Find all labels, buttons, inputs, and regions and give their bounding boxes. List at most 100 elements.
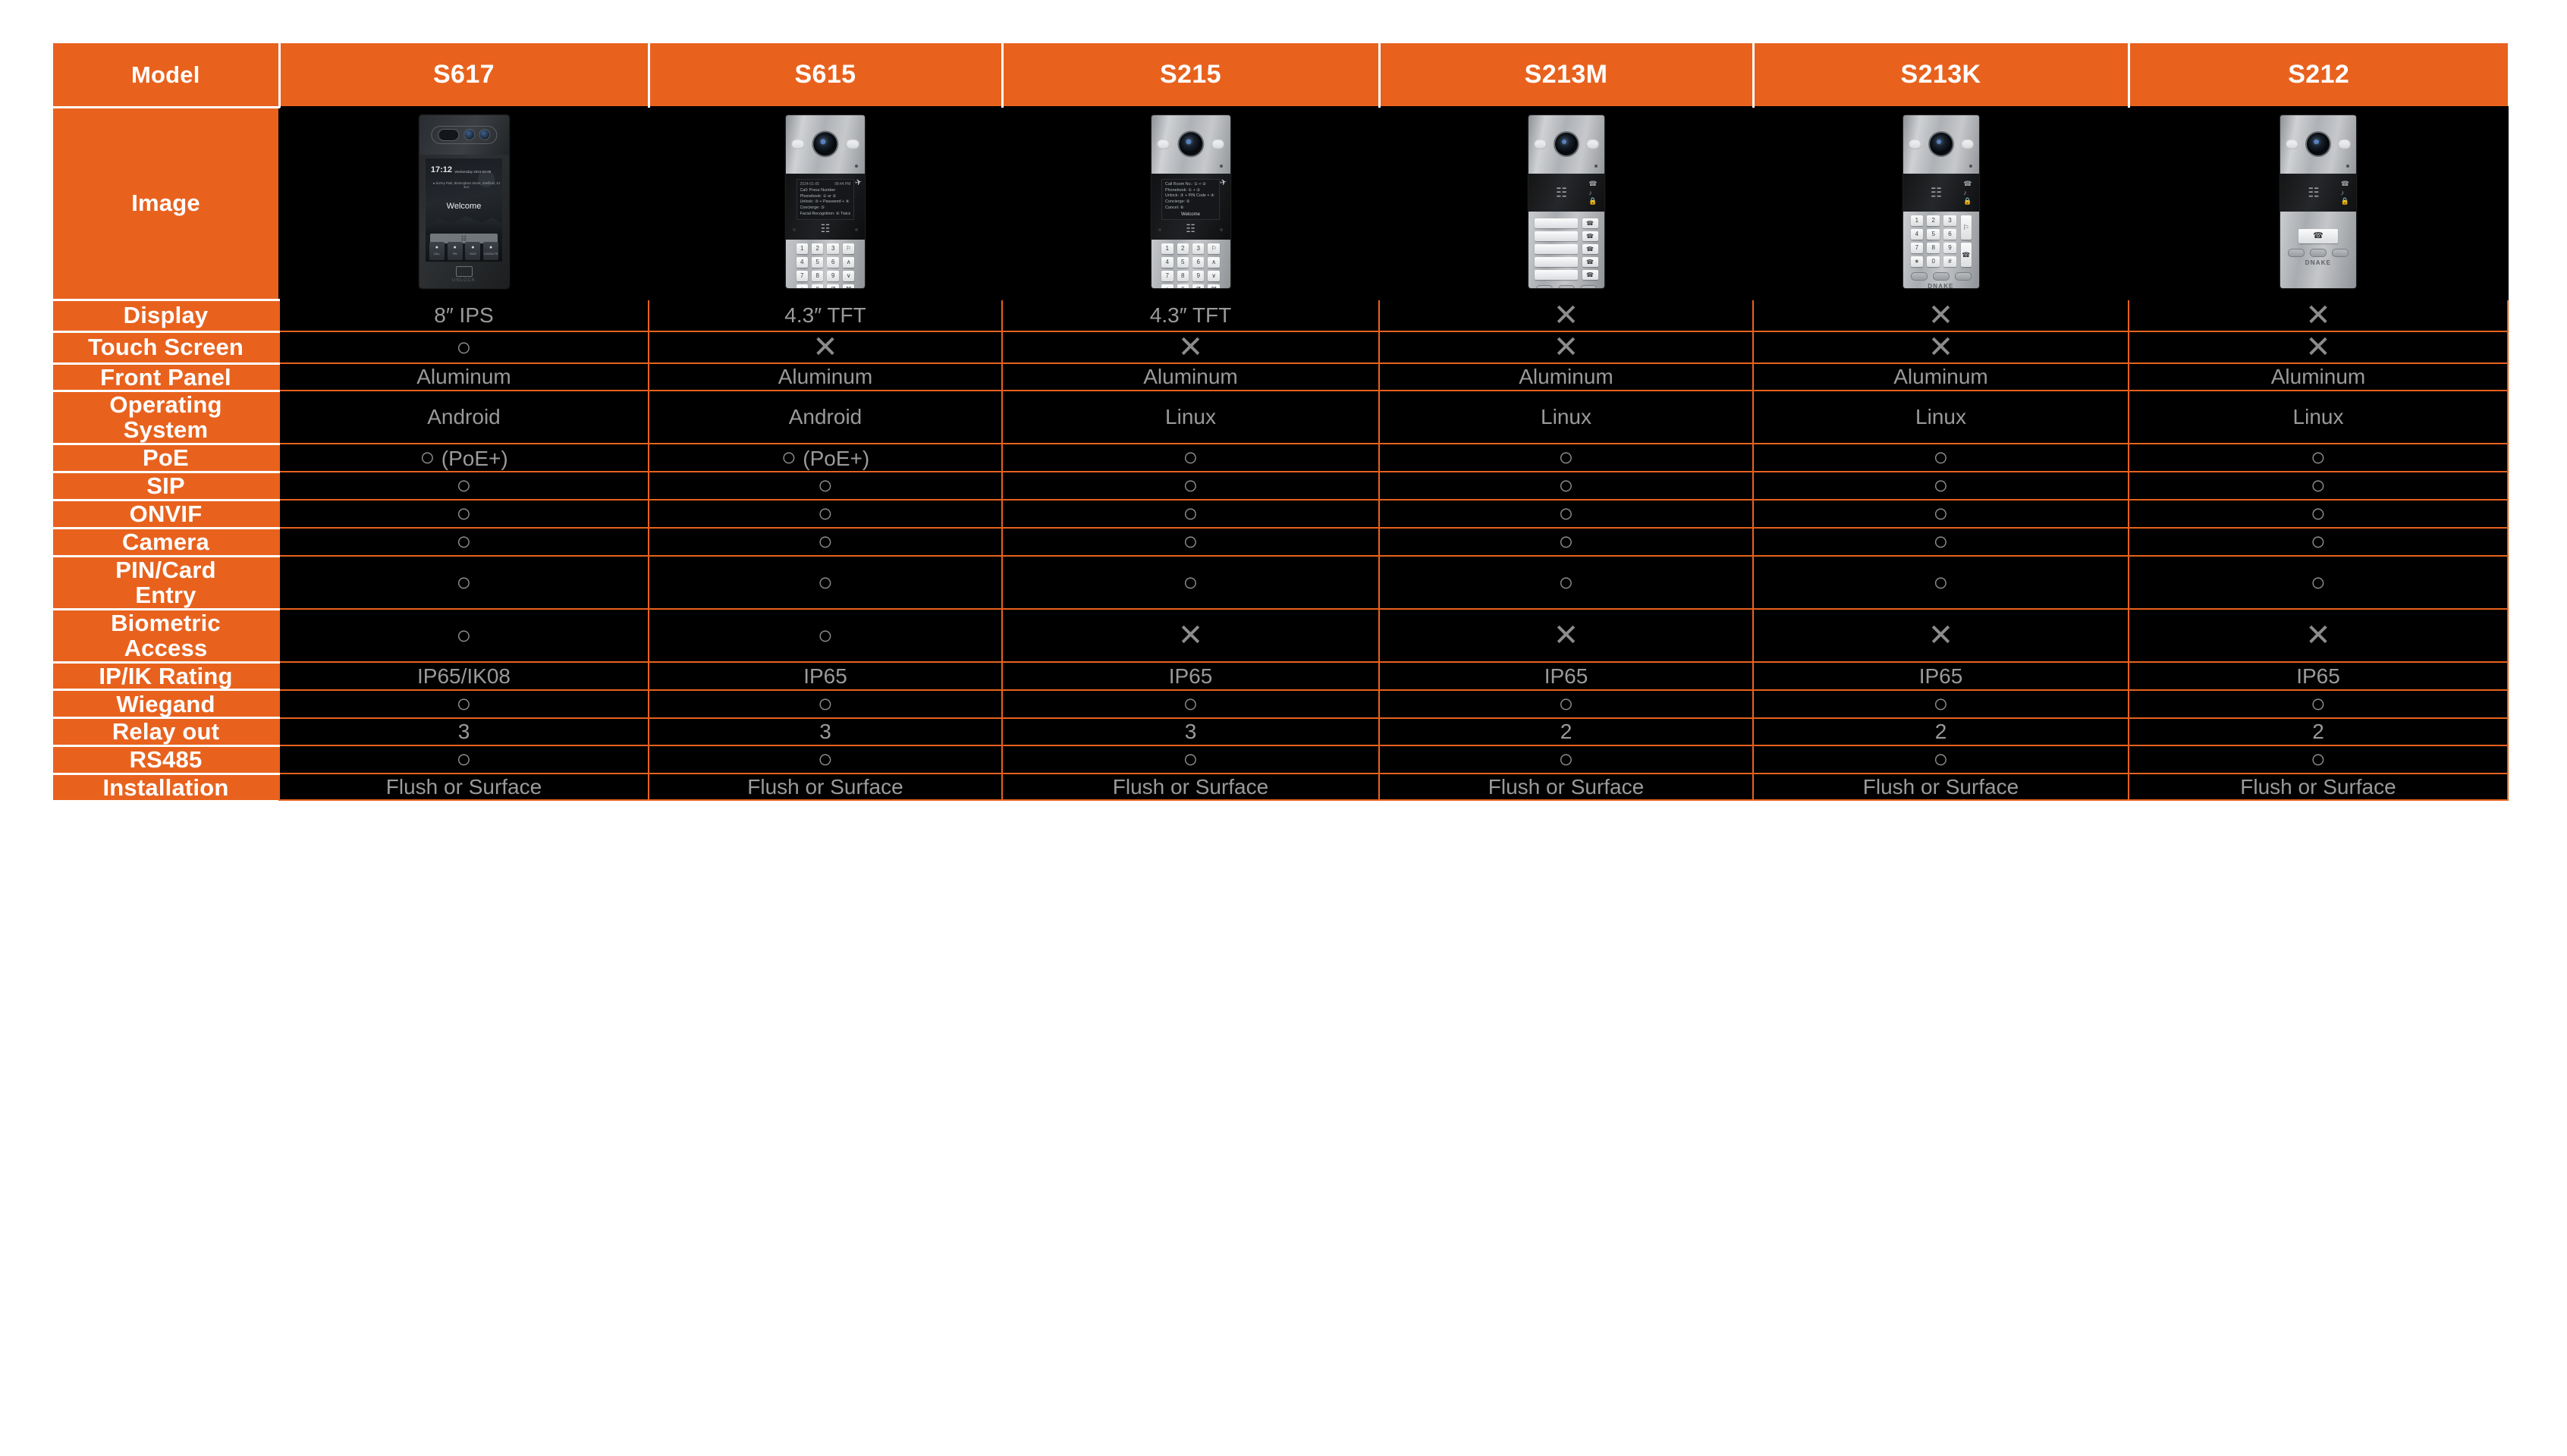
s213m-device-image: ☷☎♪🔒☎☎☎☎☎DNAKE [1528, 115, 1604, 288]
keypad-key-2[interactable]: 3 [827, 243, 839, 254]
keypad-key-4[interactable]: 5 [1927, 229, 1940, 240]
name-plate-1 [1534, 231, 1578, 242]
cell-image-s212: ☷ ☎ ♪ 🔒 ☎ DNAKE [2128, 106, 2509, 300]
keypad-key-5[interactable]: 5 [812, 256, 824, 268]
keypad-key-10[interactable]: 0 [1927, 256, 1940, 268]
keypad-key-10[interactable]: 9 [827, 270, 839, 281]
keypad-key-5[interactable]: 6 [1943, 229, 1956, 240]
supported-icon: ○ [817, 471, 834, 500]
keypad-key-13[interactable]: 0 [1177, 284, 1189, 288]
keypad-key-15[interactable]: ⌘ [842, 284, 855, 288]
cell-display-s212: ✕ [2128, 299, 2509, 332]
cell-onvif-s617: ○ [278, 499, 649, 529]
app-button-0[interactable]: ● CALL [429, 241, 445, 260]
cell-value: Aluminum [778, 365, 873, 389]
call-button-1[interactable]: ☎ [1582, 231, 1598, 242]
keypad-key-14[interactable]: Ø [1192, 284, 1205, 288]
cell-front-panel-s615: Aluminum [648, 362, 1003, 392]
cell-onvif-s213m: ○ [1378, 499, 1754, 529]
mic-slot-left [1533, 140, 1547, 149]
keypad-key-15[interactable]: ⌘ [1208, 284, 1220, 288]
keypad-key-1[interactable]: 2 [1177, 243, 1189, 254]
keypad-key-12[interactable]: ∗ [796, 284, 808, 288]
app-button-1[interactable]: ● PIN [447, 241, 463, 260]
keypad-key-2[interactable]: 3 [1943, 215, 1956, 227]
keypad-key-9[interactable]: 8 [1177, 270, 1189, 281]
cell-poe-s215: ○ [1001, 443, 1380, 473]
call-button-panel: ☎ DNAKE [2280, 212, 2356, 287]
rfid-icon: ☷ [1555, 185, 1568, 200]
keypad-key-11[interactable]: ∨ [842, 270, 855, 281]
cell-display-s617: 8″ IPS [278, 299, 649, 332]
table-row: Front Panel Aluminum Aluminum Aluminum Alumi… [53, 362, 2509, 392]
touchscreen[interactable]: 17:12 Wednesday 2024-02-28 ● Surrey Park, … [425, 158, 503, 262]
status-icon-group: ☎ ♪ 🔒 [2341, 180, 2349, 205]
keypad-key-3[interactable]: ⚐ [1208, 243, 1220, 254]
call-button[interactable]: ☎ [1960, 243, 1972, 268]
keypad-key-3[interactable]: ⚐ [842, 243, 855, 254]
keypad-key-8[interactable]: 9 [1943, 243, 1956, 254]
keypad-key-0[interactable]: 1 [1910, 215, 1924, 227]
cell-value: 4.3″ TFT [784, 303, 866, 327]
keypad-key-7[interactable]: ∧ [842, 256, 855, 268]
name-plate-0 [1534, 218, 1578, 229]
cell-operating-system-s212: Linux [2128, 390, 2509, 445]
keypad-key-5[interactable]: 5 [1177, 256, 1189, 268]
cell-rs485-s212: ○ [2128, 745, 2509, 775]
camera-band [2280, 115, 2356, 174]
mic-slot-right [1960, 140, 1974, 149]
cell-wiegand-s213m: ○ [1378, 689, 1754, 719]
app-button-2[interactable]: ● FACE [465, 241, 481, 260]
keypad-key-6[interactable]: 6 [1192, 256, 1205, 268]
card-reader-icon [455, 265, 473, 277]
keypad-key-0[interactable]: 1 [796, 243, 808, 254]
call-button-3[interactable]: ☎ [1582, 257, 1598, 268]
keypad-key-7[interactable]: ∧ [1208, 256, 1220, 268]
keypad-key-7[interactable]: 8 [1927, 243, 1940, 254]
cell-wiegand-s213k: ○ [1752, 689, 2129, 719]
keypad-key-4[interactable]: 4 [1161, 256, 1174, 268]
keypad-key-10[interactable]: 9 [1192, 270, 1205, 281]
rfid-icon: ☷ [1930, 185, 1943, 200]
keypad: 1 2 3 4 5 6 7 8 9 ∗ 0 # ⚐ ☎ DNAKE [1903, 212, 1979, 288]
call-button-2[interactable]: ☎ [1582, 244, 1598, 255]
wifi-icon: ✈ [853, 177, 863, 189]
cell-value: Aluminum [1519, 365, 1613, 389]
table-row: PIN/Card Entry ○ ○ ○ ○ ○ ○ [53, 554, 2509, 610]
card-key[interactable]: ⚐ [1960, 215, 1972, 240]
keypad-key-4[interactable]: 4 [796, 256, 808, 268]
call-button-4[interactable]: ☎ [1582, 270, 1598, 281]
keypad-key-14[interactable]: Ø [827, 284, 839, 288]
supported-icon: ○ [817, 527, 834, 557]
keypad-key-8[interactable]: 7 [1161, 270, 1174, 281]
rfid-icon: ☷ [2308, 185, 2320, 200]
keypad-key-1[interactable]: 2 [1927, 215, 1940, 227]
clock-time: 17:12 [430, 165, 452, 175]
keypad-key-11[interactable]: ∨ [1208, 270, 1220, 281]
supported-icon: ○ [2310, 471, 2327, 500]
supported-icon: ○ [817, 499, 834, 529]
call-button-0[interactable]: ☎ [1582, 218, 1598, 229]
table-row: RS485 ○ ○ ○ ○ ○ ○ [53, 744, 2509, 775]
camera-lens [1554, 133, 1578, 156]
keypad-key-6[interactable]: 7 [1910, 243, 1924, 254]
cell-poe-s212: ○ [2128, 443, 2509, 473]
keypad-key-9[interactable]: ∗ [1910, 256, 1924, 268]
cell-value: 8″ IPS [434, 303, 494, 327]
app-button-3[interactable]: ● CONTACTS [483, 241, 499, 260]
keypad-key-12[interactable]: ∗ [1161, 284, 1174, 288]
cell-wiegand-s615: ○ [648, 689, 1003, 719]
cell-biometric-access-s215: ✕ [1001, 608, 1380, 664]
keypad-key-2[interactable]: 3 [1192, 243, 1205, 254]
keypad-key-13[interactable]: 0 [812, 284, 824, 288]
cell-value: 3 [819, 719, 831, 743]
keypad-key-9[interactable]: 8 [812, 270, 824, 281]
keypad-key-1[interactable]: 2 [812, 243, 824, 254]
keypad-key-0[interactable]: 1 [1161, 243, 1174, 254]
keypad-key-11[interactable]: # [1943, 256, 1956, 268]
spec-comparison-page: Model S617 S615 S215 S213M S213K S212 Image 17:1… [0, 0, 2567, 1456]
keypad-key-3[interactable]: 4 [1910, 229, 1924, 240]
keypad-key-6[interactable]: 6 [827, 256, 839, 268]
keypad-key-8[interactable]: 7 [796, 270, 808, 281]
call-button[interactable]: ☎ [2298, 229, 2338, 244]
